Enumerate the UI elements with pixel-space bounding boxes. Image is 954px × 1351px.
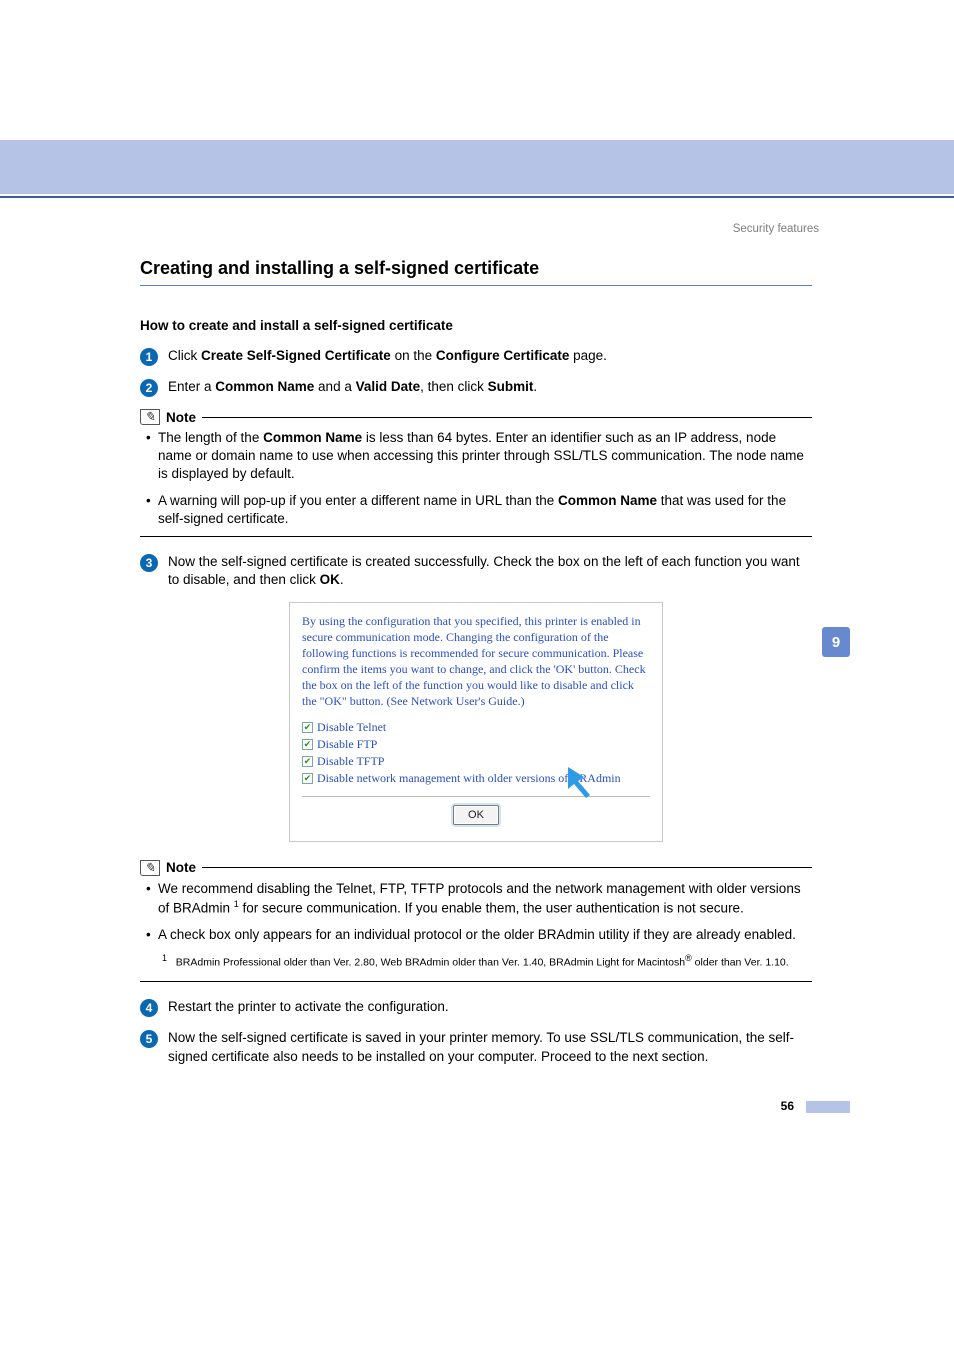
t: , then click [420,379,488,394]
checkbox-row: ✔ Disable Telnet [302,720,650,735]
t: A warning will pop-up if you enter a dif… [158,493,558,508]
t: Submit [488,379,534,394]
step-text: Click Create Self-Signed Certificate on … [168,347,607,365]
step-number-badge: 3 [140,554,158,572]
note-label: Note [166,410,196,425]
t: The length of the [158,430,263,445]
note-icon: ✎ [140,409,160,425]
ok-button[interactable]: OK [453,805,499,825]
t: for secure communication. If you enable … [239,900,744,915]
t: OK [320,572,340,587]
note-icon: ✎ [140,860,160,876]
t: and a [314,379,355,394]
step-5: 5 Now the self-signed certificate is sav… [140,1029,812,1065]
step-4: 4 Restart the printer to activate the co… [140,998,812,1017]
chapter-tab: 9 [822,627,850,657]
step-number-badge: 5 [140,1030,158,1048]
checkbox-row: ✔Disable network management with older v… [302,771,650,786]
t: . [533,379,537,394]
t: Common Name [263,430,362,445]
note-list: We recommend disabling the Telnet, FTP, … [140,880,812,944]
t: Enter a [168,379,215,394]
step-3: 3 Now the self-signed certificate is cre… [140,553,812,589]
note-item: The length of the Common Name is less th… [146,429,812,484]
heading-rule [140,285,812,286]
t: A check box only appears for an individu… [158,927,796,942]
note-item: A warning will pop-up if you enter a dif… [146,492,812,528]
footnote: 1 BRAdmin Professional older than Ver. 2… [162,952,812,970]
t: BRAdmin Professional older than Ver. 2.8… [176,956,685,968]
running-head: Security features [733,223,819,235]
footnote-num: 1 [162,953,167,963]
t: page. [569,348,607,363]
checkbox-icon[interactable]: ✔ [302,739,313,750]
note-item: We recommend disabling the Telnet, FTP, … [146,880,812,918]
header-band [0,140,954,194]
checkbox-icon[interactable]: ✔ [302,722,313,733]
t: Configure Certificate [436,348,570,363]
header-rule [0,196,954,198]
step-text: Now the self-signed certificate is creat… [168,553,812,589]
t: Now the self-signed certificate is creat… [168,554,800,587]
t: Click [168,348,201,363]
dialog-paragraph: By using the configuration that you spec… [302,613,650,710]
page-content: Creating and installing a self-signed ce… [140,258,812,1078]
note-end-rule [140,981,812,982]
step-number-badge: 4 [140,999,158,1017]
note-list: The length of the Common Name is less th… [140,429,812,528]
step-number-badge: 2 [140,379,158,397]
t: on the [391,348,436,363]
note-heading: ✎ Note [140,409,812,425]
t: Common Name [558,493,657,508]
step-2: 2 Enter a Common Name and a Valid Date, … [140,378,812,397]
note-item: A check box only appears for an individu… [146,926,812,944]
step-number-badge: 1 [140,348,158,366]
t: . [340,572,344,587]
note-label: Note [166,860,196,875]
note-end-rule [140,536,812,537]
heading-1: Creating and installing a self-signed ce… [140,258,812,279]
registered-mark: ® [685,953,692,963]
step-text: Enter a Common Name and a Valid Date, th… [168,378,537,396]
heading-2: How to create and install a self-signed … [140,318,812,333]
step-text: Restart the printer to activate the conf… [168,998,449,1016]
step-text: Now the self-signed certificate is saved… [168,1029,812,1065]
t: older than Ver. 1.10. [692,956,789,968]
checkbox-label: Disable FTP [317,737,377,752]
checkbox-label: Disable TFTP [317,754,384,769]
t: Create Self-Signed Certificate [201,348,391,363]
page-stub [806,1101,850,1113]
t: Common Name [215,379,314,394]
checkbox-icon[interactable]: ✔ [302,773,313,784]
checkbox-label: Disable Telnet [317,720,386,735]
page-number: 56 [781,1099,794,1113]
note-heading: ✎ Note [140,860,812,876]
step-1: 1 Click Create Self-Signed Certificate o… [140,347,812,366]
dialog-screenshot: By using the configuration that you spec… [289,602,663,842]
arrow-icon [564,765,598,799]
checkbox-icon[interactable]: ✔ [302,756,313,767]
checkbox-row: ✔ Disable FTP [302,737,650,752]
t: Valid Date [356,379,421,394]
